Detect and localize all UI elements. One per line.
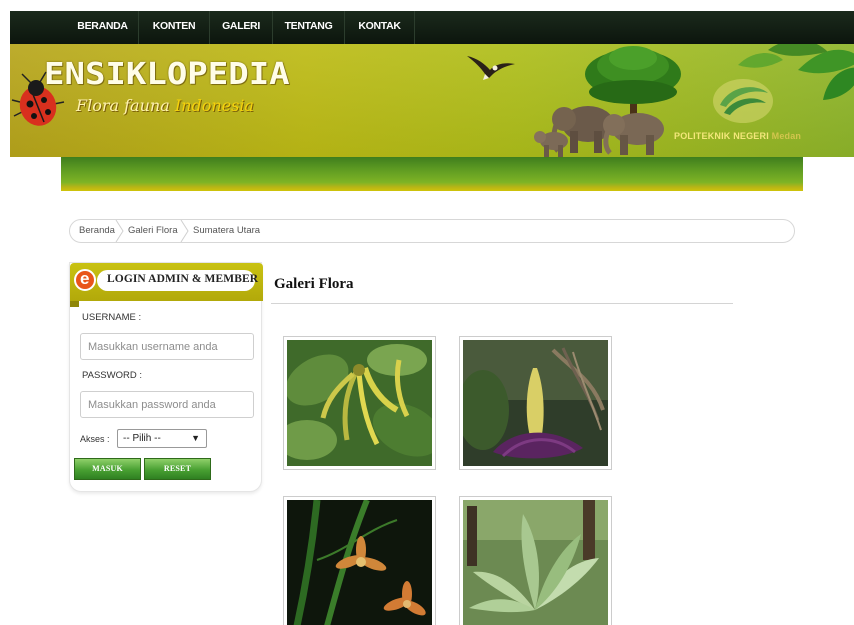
akses-label: Akses :: [80, 434, 110, 444]
e-badge-letter: e: [80, 269, 90, 288]
gallery-thumbnail-palm[interactable]: [459, 496, 612, 625]
akses-select[interactable]: -- Pilih -- ▼: [117, 429, 207, 448]
subtitle-main: Flora fauna: [76, 96, 170, 115]
nav-item-konten[interactable]: KONTEN: [139, 11, 210, 44]
login-panel: e LOGIN ADMIN & MEMBER USERNAME : PASSWO…: [69, 262, 263, 492]
nav-item-galeri[interactable]: GALERI: [210, 11, 273, 44]
gallery-thumbnail-ylang[interactable]: [283, 336, 436, 470]
site-logo-title: ENSIKLOPEDIA: [44, 56, 290, 92]
elephants-illustration: [534, 106, 664, 157]
flower-photo-4: [463, 500, 608, 625]
nav-item-tentang[interactable]: TENTANG: [273, 11, 345, 44]
menu-strip: [61, 157, 803, 191]
subtitle-accent: Indonesia: [174, 96, 254, 115]
institution-name: POLITEKNIK NEGERI Medan: [674, 131, 801, 141]
flower-photo-1: [287, 340, 432, 466]
breadcrumb-item-sumatera-utara[interactable]: Sumatera Utara: [193, 220, 260, 242]
gallery-divider: [271, 303, 733, 304]
breadcrumb-separator-icon: [115, 220, 124, 242]
login-header-tab: [70, 301, 79, 307]
top-navigation: BERANDA KONTEN GALERI TENTANG KONTAK: [10, 11, 854, 44]
breadcrumb-separator-icon: [180, 220, 189, 242]
flower-photo-3: [287, 500, 432, 625]
breadcrumb-item-galeri-flora[interactable]: Galeri Flora: [128, 220, 178, 242]
breadcrumb-item-beranda[interactable]: Beranda: [79, 220, 115, 242]
nav-item-kontak[interactable]: KONTAK: [345, 11, 415, 44]
breadcrumb: Beranda Galeri Flora Sumatera Utara: [69, 219, 795, 243]
institution-logo-icon: [713, 79, 773, 123]
gallery-thumbnail-orchid[interactable]: [283, 496, 436, 625]
akses-selected-value: -- Pilih --: [123, 433, 161, 444]
nav-item-beranda[interactable]: BERANDA: [67, 11, 139, 44]
flower-photo-2: [463, 340, 608, 466]
username-input[interactable]: [80, 333, 254, 360]
institution-name-suffix: Medan: [771, 131, 802, 141]
login-title: LOGIN ADMIN & MEMBER: [107, 273, 259, 285]
login-submit-button[interactable]: MASUK: [74, 458, 141, 480]
password-label: PASSWORD :: [82, 370, 142, 381]
header-banner: ENSIKLOPEDIA Flora fauna Indonesia POLIT…: [10, 44, 854, 157]
username-label: USERNAME :: [82, 312, 142, 323]
caret-down-icon: ▼: [191, 433, 200, 443]
site-logo-subtitle: Flora fauna Indonesia: [76, 96, 254, 115]
login-header: e LOGIN ADMIN & MEMBER: [70, 263, 263, 301]
institution-name-main: POLITEKNIK NEGERI: [674, 131, 769, 141]
gallery-title: Galeri Flora: [274, 276, 354, 292]
password-input[interactable]: [80, 391, 254, 418]
e-badge-icon: e: [74, 269, 96, 291]
gallery-thumbnail-rafflesia-titanum[interactable]: [459, 336, 612, 470]
login-reset-button[interactable]: RESET: [144, 458, 211, 480]
eagle-icon: [467, 56, 515, 80]
